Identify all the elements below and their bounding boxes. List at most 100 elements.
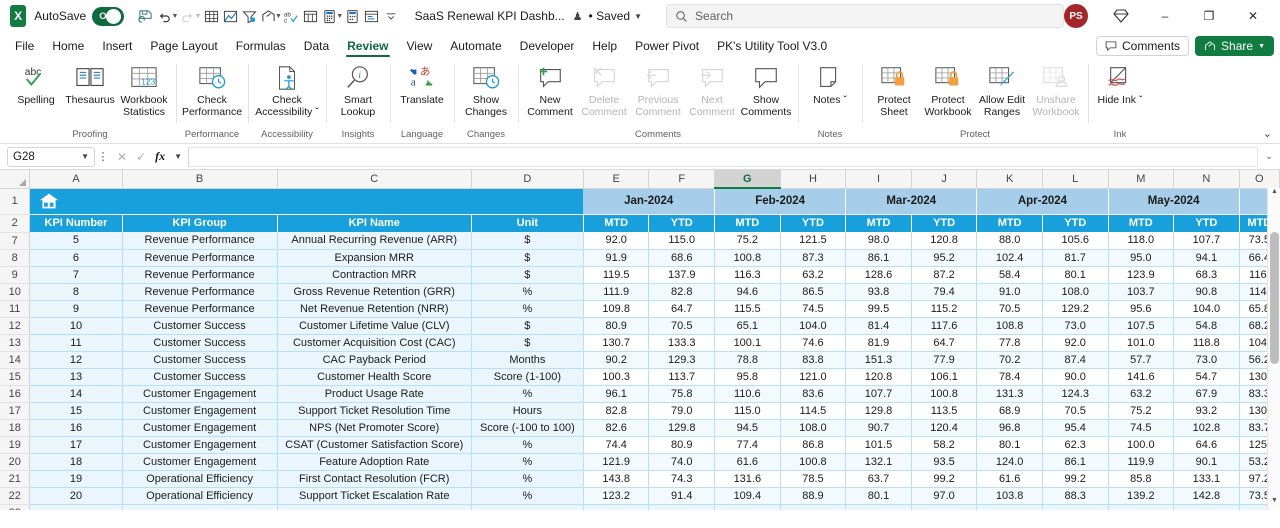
cell-kpi-group[interactable]: Customer Success <box>122 368 278 386</box>
cell-value[interactable]: 113.5 <box>911 402 978 420</box>
cell-kpi-number[interactable]: 10 <box>29 317 123 335</box>
cell-value[interactable]: 88.3 <box>1042 487 1109 505</box>
save-icon[interactable] <box>136 4 155 28</box>
cell-value[interactable]: 91.9 <box>583 249 650 267</box>
row-header-20[interactable]: 20 <box>0 453 31 471</box>
cell-value[interactable]: 90.2 <box>583 351 650 369</box>
cell-unit[interactable]: $ <box>471 232 584 250</box>
scroll-up-icon[interactable]: ▲ <box>1268 188 1280 201</box>
cell-value[interactable]: 108.0 <box>1042 283 1109 301</box>
tab-review[interactable]: Review <box>338 36 397 58</box>
expand-formula-bar-icon[interactable]: ⌄ <box>1260 151 1278 162</box>
redo-chevron-down-icon[interactable]: ▼ <box>195 13 202 20</box>
cell-value[interactable]: 121.9 <box>583 453 650 471</box>
row-header-18[interactable]: 18 <box>0 419 31 437</box>
cell-value[interactable]: 108.0 <box>780 419 847 437</box>
cell-unit[interactable]: Months <box>471 351 584 369</box>
cell-kpi-number[interactable]: 20 <box>29 487 123 505</box>
cell-kpi-group[interactable]: Customer Engagement <box>122 419 278 437</box>
cell-kpi-number[interactable]: 7 <box>29 266 123 284</box>
cell-kpi-number[interactable]: 16 <box>29 419 123 437</box>
cell-kpi-group[interactable]: Revenue Performance <box>122 249 278 267</box>
cell-value[interactable]: 81.9 <box>845 334 912 352</box>
cell-value[interactable]: 117.6 <box>911 317 978 335</box>
tab-view[interactable]: View <box>398 36 442 58</box>
cell-kpi-number[interactable]: 12 <box>29 351 123 369</box>
thesaurus-button[interactable]: Thesaurus <box>63 62 117 108</box>
share-chevron-down-icon[interactable]: ▼ <box>275 13 282 20</box>
cell-value[interactable]: 121.5 <box>780 232 847 250</box>
cell-value[interactable]: 98.0 <box>845 232 912 250</box>
cell-empty[interactable] <box>1173 504 1240 510</box>
column-header-c[interactable]: C <box>277 170 472 189</box>
cell-value[interactable]: 77.9 <box>911 351 978 369</box>
cell-value[interactable]: 130.7 <box>583 334 650 352</box>
cell-value[interactable]: 80.1 <box>845 487 912 505</box>
cell-value[interactable]: 99.2 <box>911 470 978 488</box>
cell-value[interactable]: 79.0 <box>648 402 716 420</box>
cell-kpi-group[interactable]: Customer Engagement <box>122 436 278 454</box>
cell-value[interactable]: 87.3 <box>780 249 847 267</box>
cell-value[interactable]: 85.8 <box>1108 470 1175 488</box>
spelling-button[interactable]: abc Spelling <box>9 62 63 108</box>
show-changes-button[interactable]: Show Changes <box>459 62 513 119</box>
column-header-i[interactable]: I <box>845 170 912 189</box>
cell-empty[interactable] <box>648 504 716 510</box>
cell-value[interactable]: 58.2 <box>911 436 978 454</box>
row-header-15[interactable]: 15 <box>0 368 31 386</box>
save-status-chevron-down-icon[interactable]: ▼ <box>634 12 642 21</box>
window-minimize-button[interactable]: – <box>1144 1 1186 31</box>
vertical-scrollbar[interactable]: ▲ ▼ <box>1267 188 1280 510</box>
cell-value[interactable]: 100.8 <box>780 453 847 471</box>
cell-unit[interactable]: % <box>471 487 584 505</box>
cell-value[interactable]: 70.5 <box>976 300 1043 318</box>
cell-unit[interactable]: % <box>471 470 584 488</box>
row-header-13[interactable]: 13 <box>0 334 31 352</box>
cell-value[interactable]: 97.0 <box>911 487 978 505</box>
show-comments-button[interactable]: Show Comments <box>739 62 793 119</box>
cell-value[interactable]: 108.8 <box>976 317 1043 335</box>
form-icon[interactable] <box>362 4 381 28</box>
cell-unit[interactable]: % <box>471 300 584 318</box>
cell-value[interactable]: 118.0 <box>1108 232 1175 250</box>
spelling-icon[interactable]: ab c <box>282 4 301 28</box>
calculator-chevron-down-icon[interactable]: ▼ <box>336 13 343 20</box>
cell-value[interactable]: 103.7 <box>1108 283 1175 301</box>
cell-value[interactable]: 90.0 <box>1042 368 1109 386</box>
cell-empty[interactable] <box>471 504 584 510</box>
cell-value[interactable]: 83.6 <box>780 385 847 403</box>
cell-unit[interactable]: % <box>471 283 584 301</box>
protect-workbook-button[interactable]: Protect Workbook <box>921 62 975 119</box>
cell-value[interactable]: 64.7 <box>911 334 978 352</box>
hide-ink-button[interactable]: Hide Ink ˇ <box>1093 62 1147 108</box>
cell-value[interactable]: 86.5 <box>780 283 847 301</box>
window-close-button[interactable]: ✕ <box>1232 1 1274 31</box>
cell-value[interactable]: 109.8 <box>583 300 650 318</box>
cell-value[interactable]: 68.3 <box>1173 266 1240 284</box>
cell-kpi-name[interactable]: Customer Lifetime Value (CLV) <box>277 317 472 335</box>
column-header-j[interactable]: J <box>911 170 978 189</box>
cell-kpi-number[interactable]: 13 <box>29 368 123 386</box>
cell-value[interactable]: 95.6 <box>1108 300 1175 318</box>
cell-kpi-group[interactable]: Customer Engagement <box>122 453 278 471</box>
new-comment-button[interactable]: New Comment <box>523 62 577 119</box>
cell-value[interactable]: 67.9 <box>1173 385 1240 403</box>
column-header-b[interactable]: B <box>122 170 278 189</box>
cell-unit[interactable]: Score (-100 to 100) <box>471 419 584 437</box>
cell-kpi-group[interactable]: Revenue Performance <box>122 300 278 318</box>
formula-input[interactable] <box>188 146 1258 167</box>
name-box-chevron-down-icon[interactable]: ▼ <box>81 152 89 161</box>
cell-value[interactable]: 107.7 <box>845 385 912 403</box>
cell-value[interactable]: 139.2 <box>1108 487 1175 505</box>
cell-value[interactable]: 100.0 <box>1108 436 1175 454</box>
cell-value[interactable]: 73.0 <box>1042 317 1109 335</box>
row-header-2[interactable]: 2 <box>0 214 31 233</box>
cell-value[interactable]: 87.4 <box>1042 351 1109 369</box>
cell-value[interactable]: 100.8 <box>714 249 781 267</box>
cell-value[interactable]: 129.2 <box>1042 300 1109 318</box>
cell-kpi-number[interactable]: 8 <box>29 283 123 301</box>
cell-value[interactable]: 96.8 <box>976 419 1043 437</box>
cell-value[interactable]: 133.1 <box>1173 470 1240 488</box>
premium-diamond-icon[interactable] <box>1100 1 1142 31</box>
cell-value[interactable]: 70.5 <box>648 317 716 335</box>
